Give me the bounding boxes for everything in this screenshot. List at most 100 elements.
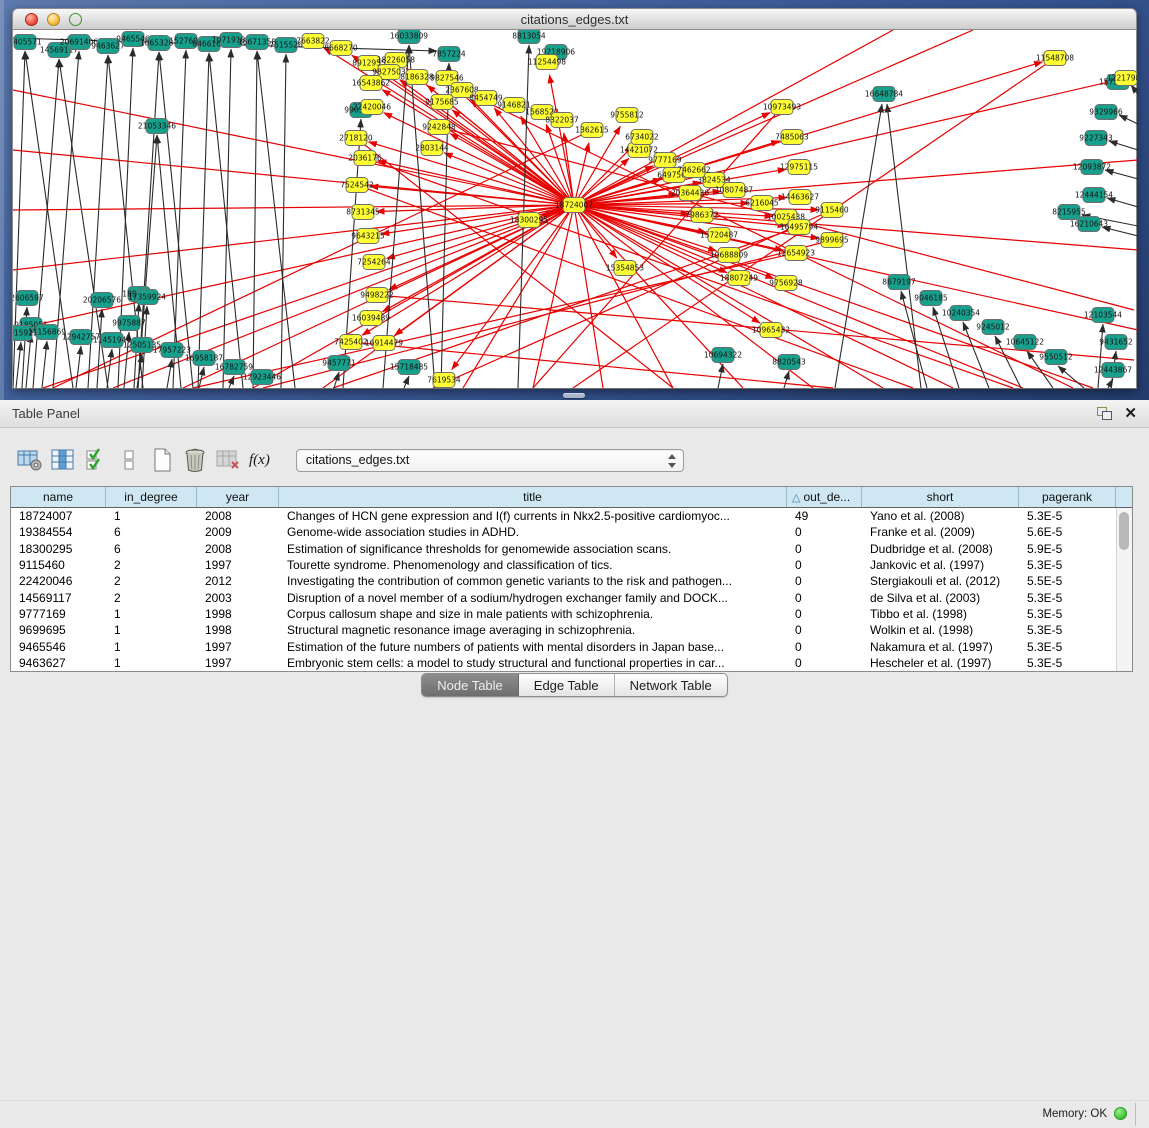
graph-node-label: 18300295 <box>510 216 548 225</box>
network-window-titlebar[interactable]: citations_edges.txt <box>12 8 1137 30</box>
cell-title: Corpus callosum shape and size in male p… <box>279 607 787 621</box>
clear-selection-icon[interactable] <box>115 447 142 473</box>
cell-short: Nakamura et al. (1997) <box>862 640 1019 654</box>
network-canvas-container[interactable]: 1872400794055711456911720691406946362794… <box>12 30 1137 389</box>
table-scrollbar[interactable] <box>1116 508 1132 671</box>
column-header-in_degree[interactable]: in_degree <box>106 487 197 507</box>
cell-in_degree: 6 <box>106 525 197 539</box>
graph-edge <box>167 359 172 388</box>
tab-node-table[interactable]: Node Table <box>422 674 519 696</box>
graph-node-label: 9755812 <box>610 111 644 120</box>
graph-node-label: 8679197 <box>882 278 916 287</box>
network-canvas[interactable]: 1872400794055711456911720691406946362794… <box>13 30 1138 389</box>
cell-title: Genome-wide association studies in ADHD. <box>279 525 787 539</box>
graph-node-label: 7857224 <box>432 50 466 59</box>
graph-node-label: 9777169 <box>648 156 682 165</box>
graph-node-label: 8322037 <box>545 116 579 125</box>
column-header-year[interactable]: year <box>197 487 279 507</box>
column-header-title[interactable]: title <box>279 487 787 507</box>
table-row[interactable]: 977716911998Corpus callosum shape and si… <box>11 606 1132 622</box>
table-row[interactable]: 2242004622012Investigating the contribut… <box>11 573 1132 589</box>
table-row[interactable]: 1830029562008Estimation of significance … <box>11 541 1132 557</box>
graph-node-label: 16210643 <box>1070 220 1108 229</box>
splitter-handle[interactable] <box>563 393 585 398</box>
column-header-name[interactable]: name <box>11 487 106 507</box>
graph-node-label: 9498222 <box>360 291 394 300</box>
table-row[interactable]: 946554611997Estimation of the future num… <box>11 638 1132 654</box>
network-window: citations_edges.txt 18724007940557114569… <box>12 8 1137 389</box>
cell-year: 1997 <box>197 656 279 670</box>
graph-node-label: 18226058 <box>377 56 415 65</box>
table-row[interactable]: 1456911722003Disruption of a novel membe… <box>11 589 1132 605</box>
table-tab-bar: Node TableEdge TableNetwork Table <box>0 673 1149 697</box>
cell-year: 1997 <box>197 640 279 654</box>
table-row[interactable]: 1938455462009Genome-wide association stu… <box>11 524 1132 540</box>
cell-year: 1998 <box>197 623 279 637</box>
graph-node-label: 18807249 <box>720 274 758 283</box>
table-row[interactable]: 911546021997Tourette syndrome. Phenomeno… <box>11 557 1132 573</box>
graph-edge <box>404 376 409 388</box>
node-table: namein_degreeyeartitle△out_de...shortpag… <box>10 486 1133 672</box>
cell-out_degree: 0 <box>787 640 862 654</box>
graph-edge <box>257 51 295 388</box>
cell-pagerank: 5.9E-5 <box>1019 542 1116 556</box>
graph-node-label: 8186328 <box>400 73 434 82</box>
graph-node-label: 14463627 <box>781 193 819 202</box>
select-all-icon[interactable] <box>82 447 109 473</box>
cell-pagerank: 5.3E-5 <box>1019 558 1116 572</box>
cell-name: 18300295 <box>11 542 106 556</box>
cell-title: Embryonic stem cells: a model to study s… <box>279 656 787 670</box>
close-panel-icon[interactable]: ✕ <box>1124 404 1137 422</box>
delete-trash-icon[interactable] <box>181 447 208 473</box>
cell-short: Franke et al. (2009) <box>862 525 1019 539</box>
show-column-icon[interactable] <box>49 447 76 473</box>
graph-node-label: 9756928 <box>769 279 803 288</box>
graph-node-label: 6734022 <box>625 133 659 142</box>
graph-node-label: 2606597 <box>13 294 44 303</box>
table-row[interactable]: 969969511998Structural magnetic resonanc… <box>11 622 1132 638</box>
cell-title: Structural magnetic resonance image aver… <box>279 623 787 637</box>
tab-network-table[interactable]: Network Table <box>615 674 727 696</box>
graph-node-label: 9431652 <box>1099 338 1133 347</box>
cell-title: Disruption of a novel member of a sodium… <box>279 591 787 605</box>
table-row[interactable]: 946362711997Embryonic stem cells: a mode… <box>11 655 1132 671</box>
network-view-background: citations_edges.txt 18724007940557114569… <box>0 0 1149 400</box>
cell-out_degree: 49 <box>787 509 862 523</box>
cell-in_degree: 6 <box>106 542 197 556</box>
graph-node-label: 9550512 <box>1039 353 1073 362</box>
graph-node-label: 16495794 <box>780 223 818 232</box>
tab-edge-table[interactable]: Edge Table <box>519 674 615 696</box>
float-window-icon[interactable] <box>1097 407 1111 420</box>
graph-node-label: 7462662 <box>677 166 711 175</box>
graph-node-label: 8820543 <box>772 358 806 367</box>
graph-node-label: 12975115 <box>780 163 818 172</box>
graph-node-label: 9227343 <box>1079 134 1113 143</box>
table-selector-value: citations_edges.txt <box>297 453 410 467</box>
column-header-pagerank[interactable]: pagerank <box>1019 487 1116 507</box>
graph-node-label: 16782759 <box>215 363 253 372</box>
table-settings-icon[interactable] <box>16 447 43 473</box>
graph-node-label: 8215955 <box>1052 208 1086 217</box>
graph-node-label: 21053346 <box>138 122 176 131</box>
graph-node-label: 8668270 <box>324 44 358 53</box>
function-builder-icon[interactable]: f(x) <box>249 452 270 469</box>
table-panel-title: Table Panel <box>12 406 80 421</box>
delete-table-icon <box>214 447 241 473</box>
graph-node-label: 10965432 <box>752 326 790 335</box>
column-header-out_degree[interactable]: △out_de... <box>787 487 862 507</box>
cell-out_degree: 0 <box>787 623 862 637</box>
graph-node-label: 15718485 <box>390 363 428 372</box>
table-row[interactable]: 1872400712008Changes of HCN gene express… <box>11 508 1132 524</box>
cell-year: 2003 <box>197 591 279 605</box>
node-table-header[interactable]: namein_degreeyeartitle△out_de...shortpag… <box>11 487 1132 508</box>
memory-indicator-icon[interactable] <box>1114 1107 1127 1120</box>
table-selector-dropdown[interactable]: citations_edges.txt <box>296 449 684 472</box>
graph-node-label: 2718120 <box>339 134 373 143</box>
column-header-short[interactable]: short <box>862 487 1019 507</box>
new-file-icon[interactable] <box>148 447 175 473</box>
table-scrollbar-thumb[interactable] <box>1119 512 1129 550</box>
cell-in_degree: 1 <box>106 623 197 637</box>
graph-node-label: 11548708 <box>1036 54 1074 63</box>
graph-edge <box>76 346 81 388</box>
table-type-tabs: Node TableEdge TableNetwork Table <box>421 673 728 697</box>
